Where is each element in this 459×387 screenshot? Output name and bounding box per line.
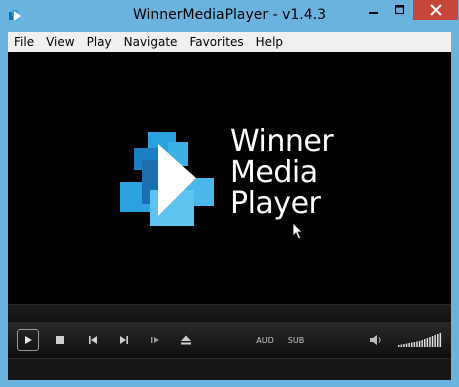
menu-bar: File View Play Navigate Favorites Help [8,32,451,52]
play-button[interactable] [17,329,39,351]
video-area[interactable]: Winner Media Player [8,52,451,304]
menu-favorites[interactable]: Favorites [183,32,249,52]
menu-navigate[interactable]: Navigate [118,32,184,52]
minimize-button[interactable] [361,0,387,20]
next-button[interactable] [116,328,132,352]
eject-button[interactable] [178,328,194,352]
stop-button[interactable] [52,328,68,352]
app-window: WinnerMediaPlayer - v1.4.3 File View Pla… [0,0,459,387]
subtitle-button[interactable]: SUB [286,328,306,352]
close-button[interactable] [413,0,458,20]
title-bar[interactable]: WinnerMediaPlayer - v1.4.3 [0,0,459,32]
frame-step-button[interactable] [148,328,164,352]
status-bar [8,358,451,380]
control-bar: AUD SUB [8,322,451,358]
logo-line-3: Player [230,186,321,221]
menu-play[interactable]: Play [81,32,118,52]
mouse-cursor-icon [292,222,303,240]
menu-help[interactable]: Help [250,32,289,52]
volume-slider[interactable] [397,328,443,352]
menu-view[interactable]: View [40,32,80,52]
player-logo-icon [120,132,214,226]
logo-wordmark: Winner Media Player [230,124,334,221]
previous-button[interactable] [85,328,101,352]
maximize-button[interactable] [387,0,413,20]
volume-speaker-icon[interactable] [368,328,384,352]
seek-bar[interactable] [8,304,451,323]
logo-line-2: Media [230,155,318,190]
menu-file[interactable]: File [8,32,40,52]
audio-track-button[interactable]: AUD [255,328,275,352]
logo-line-1: Winner [230,124,334,159]
